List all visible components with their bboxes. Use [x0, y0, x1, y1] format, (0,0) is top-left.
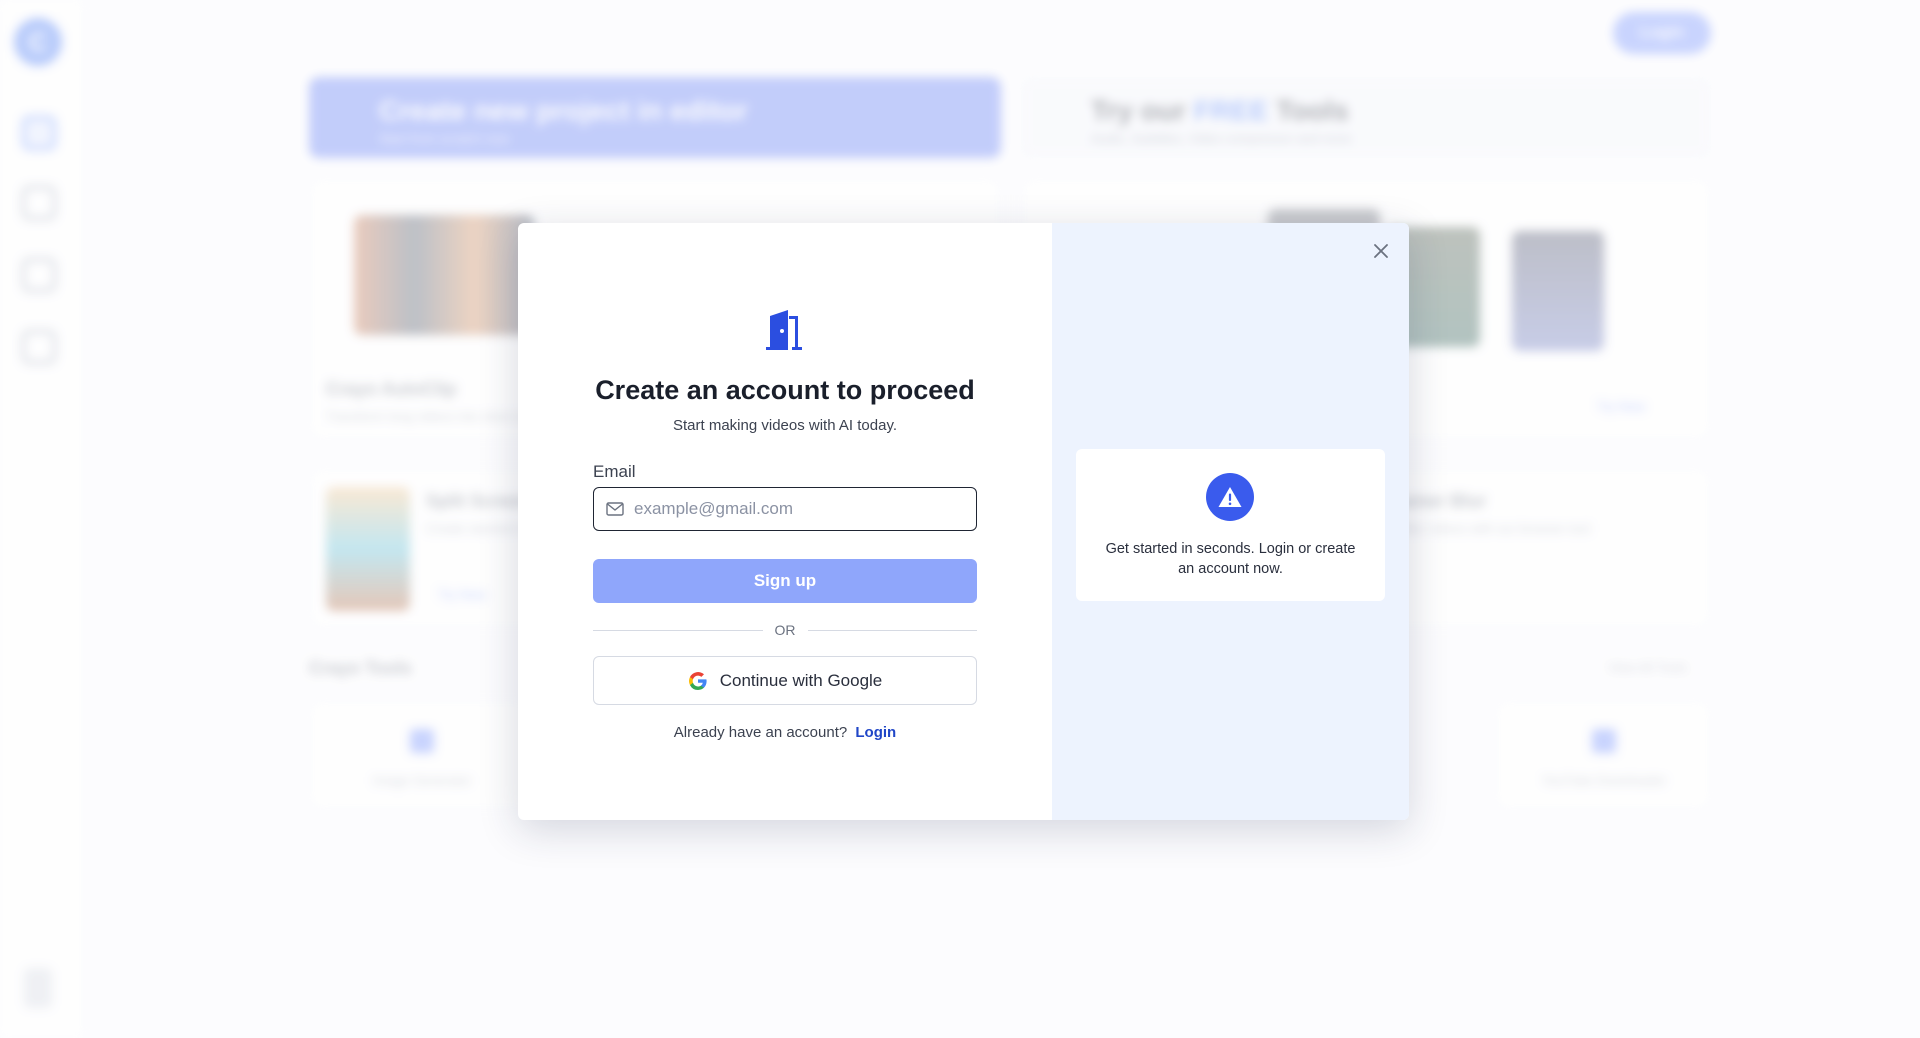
or-label: OR	[774, 622, 796, 638]
login-prompt-text: Already have an account?	[673, 724, 848, 741]
login-prompt: Already have an account? Login	[518, 724, 1052, 741]
sign-up-button[interactable]: Sign up	[593, 559, 977, 603]
login-link[interactable]: Login	[855, 724, 896, 741]
info-card: Get started in seconds. Login or create …	[1076, 449, 1385, 601]
google-icon	[688, 671, 707, 690]
warning-badge	[1206, 473, 1254, 521]
divider-line	[807, 629, 977, 631]
signup-modal: Create an account to proceed Start makin…	[518, 223, 1409, 820]
modal-title: Create an account to proceed	[595, 375, 975, 405]
modal-subtitle: Start making videos with AI today.	[673, 417, 897, 434]
info-text: Get started in seconds. Login or create …	[1105, 541, 1356, 577]
close-icon[interactable]	[1369, 239, 1393, 263]
or-divider: OR	[593, 620, 977, 640]
email-label: Email	[593, 462, 636, 481]
email-field[interactable]	[593, 487, 977, 531]
email-input[interactable]	[634, 499, 954, 519]
info-panel: Get started in seconds. Login or create …	[1052, 223, 1409, 820]
warning-icon	[1218, 487, 1242, 507]
mail-icon	[606, 502, 624, 516]
google-button-label: Continue with Google	[719, 670, 883, 690]
signup-form-panel: Create an account to proceed Start makin…	[518, 223, 1052, 820]
divider-line	[593, 629, 763, 631]
door-icon	[766, 310, 802, 350]
continue-with-google-button[interactable]: Continue with Google	[593, 656, 977, 705]
